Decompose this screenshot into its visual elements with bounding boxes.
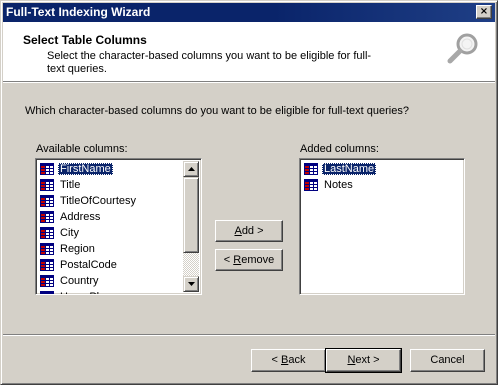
window-title: Full-Text Indexing Wizard xyxy=(6,5,151,19)
list-item-label: Title xyxy=(60,179,81,191)
cancel-button[interactable]: Cancel xyxy=(410,349,485,372)
table-column-icon xyxy=(40,163,54,175)
page-description: Select the character-based columns you w… xyxy=(47,50,372,75)
list-item[interactable]: LastName xyxy=(302,161,462,177)
question-text: Which character-based columns do you wan… xyxy=(25,105,409,117)
header-separator xyxy=(3,81,495,83)
table-column-icon xyxy=(304,163,318,175)
list-item[interactable]: Notes xyxy=(302,177,462,193)
wizard-header: Select Table Columns Select the characte… xyxy=(3,22,495,81)
scroll-up-button[interactable] xyxy=(183,161,199,177)
table-column-icon xyxy=(40,179,54,191)
list-item[interactable]: Address xyxy=(38,209,183,225)
available-scrollbar[interactable] xyxy=(183,161,199,292)
back-button[interactable]: < Back xyxy=(251,349,326,372)
table-column-icon xyxy=(40,195,54,207)
added-columns-label: Added columns: xyxy=(300,143,379,155)
table-column-icon xyxy=(304,179,318,191)
scroll-thumb[interactable] xyxy=(183,177,199,253)
table-column-icon xyxy=(40,275,54,287)
table-column-icon xyxy=(40,211,54,223)
close-icon: × xyxy=(479,6,489,17)
list-item-label: Notes xyxy=(324,179,353,191)
list-item-label: City xyxy=(60,227,79,239)
list-item-label: Address xyxy=(60,211,101,223)
table-column-icon xyxy=(40,243,54,255)
close-button[interactable]: × xyxy=(476,5,492,19)
list-item[interactable]: FirstName xyxy=(38,161,183,177)
list-item[interactable]: TitleOfCourtesy xyxy=(38,193,183,209)
list-item[interactable]: PostalCode xyxy=(38,257,183,273)
available-items: FirstName Title TitleOfCourtesy Address City… xyxy=(38,161,183,294)
table-column-icon xyxy=(40,259,54,271)
arrow-down-icon xyxy=(188,282,195,286)
list-item[interactable]: Region xyxy=(38,241,183,257)
magnifier-icon xyxy=(447,33,478,64)
list-item-label: LastName xyxy=(322,163,377,175)
list-item[interactable]: Country xyxy=(38,273,183,289)
list-item-label: Country xyxy=(60,275,99,287)
list-item-label: Region xyxy=(60,243,95,255)
list-item-label: PostalCode xyxy=(60,259,117,271)
available-columns-list[interactable]: FirstName Title TitleOfCourtesy Address City… xyxy=(35,158,202,295)
added-columns-list[interactable]: LastName Notes xyxy=(299,158,465,295)
list-item[interactable]: Title xyxy=(38,177,183,193)
page-title: Select Table Columns xyxy=(23,33,147,47)
title-bar[interactable]: Full-Text Indexing Wizard × xyxy=(3,3,495,22)
table-column-icon xyxy=(40,291,54,294)
list-item-label: TitleOfCourtesy xyxy=(60,195,137,207)
scroll-down-button[interactable] xyxy=(183,276,199,292)
arrow-up-icon xyxy=(188,167,195,171)
add-button[interactable]: Add > xyxy=(215,220,283,242)
footer-separator xyxy=(3,334,495,336)
table-column-icon xyxy=(40,227,54,239)
available-columns-label: Available columns: xyxy=(36,143,128,155)
added-items: LastName Notes xyxy=(302,161,462,193)
next-button[interactable]: Next > xyxy=(326,349,401,372)
list-item-label: FirstName xyxy=(58,163,113,175)
remove-button[interactable]: < Remove xyxy=(215,249,283,271)
list-item-label: HomePhone xyxy=(58,291,123,294)
list-item[interactable]: City xyxy=(38,225,183,241)
list-item[interactable]: HomePhone xyxy=(38,289,183,294)
wizard-window: Full-Text Indexing Wizard × Select Table… xyxy=(0,0,498,385)
